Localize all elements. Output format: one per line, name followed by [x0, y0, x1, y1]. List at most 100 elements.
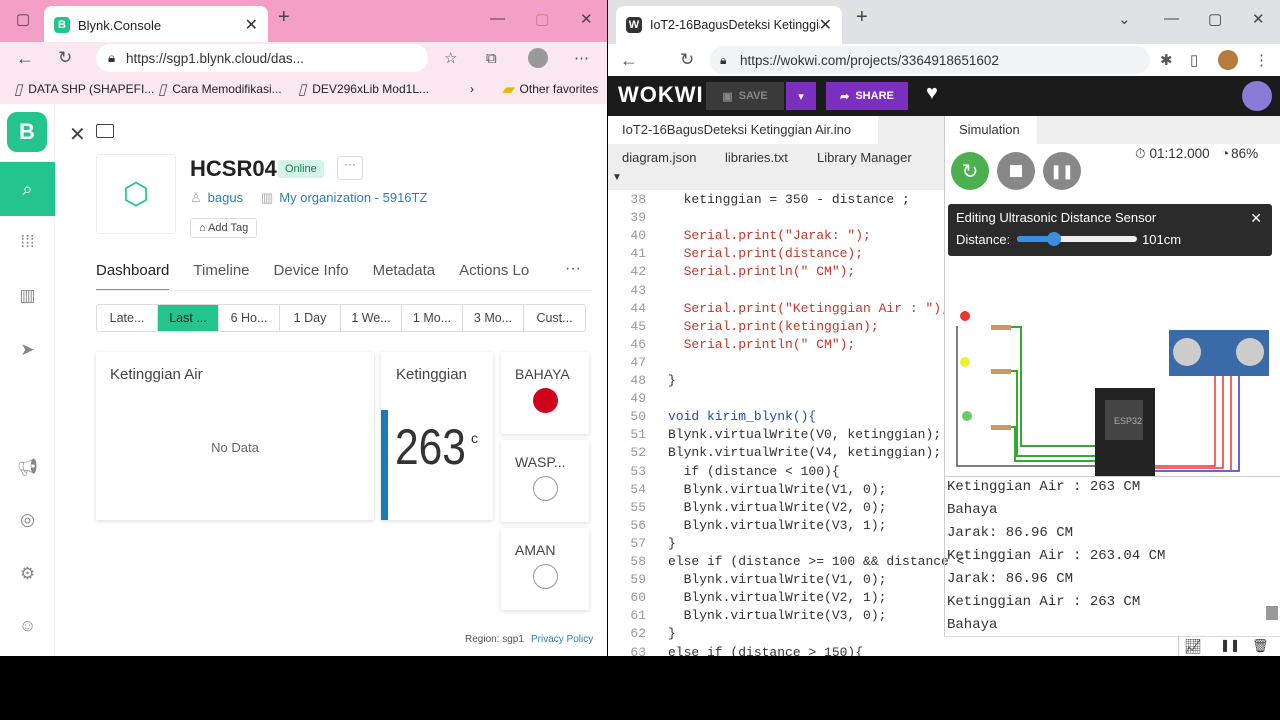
chart-icon[interactable]: 📈︎ — [1184, 638, 1202, 655]
new-tab-icon[interactable]: + — [856, 6, 868, 29]
gauge-widget[interactable]: Ketinggian 263 c — [381, 352, 493, 520]
grid-icon[interactable]: ⁞⁞⁞ — [0, 232, 55, 252]
bookmark-item[interactable]: ▯ DEV296xLib Mod1L... — [298, 80, 429, 98]
close-window-icon[interactable]: ✕ — [1252, 10, 1265, 28]
file-tab-diagram[interactable]: diagram.json — [622, 150, 696, 165]
search-icon[interactable]: ⌕ — [0, 162, 55, 216]
led-aman[interactable]: AMAN — [501, 528, 589, 610]
range-1d[interactable]: 1 Day — [280, 305, 341, 331]
chevron-right-icon[interactable]: › — [470, 82, 474, 96]
more-icon[interactable]: ⋯ — [574, 49, 589, 67]
tab-actions-icon[interactable]: ▢ — [16, 10, 30, 28]
favorite-icon[interactable]: ☆ — [444, 49, 457, 67]
profile-avatar[interactable] — [1218, 50, 1238, 70]
slider-handle[interactable] — [1046, 232, 1061, 246]
line-number: 49 — [630, 391, 646, 407]
close-tab-icon[interactable]: ✕ — [245, 15, 258, 35]
more-icon[interactable]: ⋮ — [1254, 51, 1269, 69]
refresh-icon[interactable]: ↻ — [680, 50, 694, 70]
user-avatar[interactable] — [1242, 81, 1272, 111]
save-button[interactable]: ▣ SAVE — [706, 82, 784, 110]
wokwi-logo[interactable]: WOKWI — [618, 82, 704, 108]
save-dropdown[interactable]: ▾ — [786, 82, 816, 110]
building-icon[interactable]: ▥ — [0, 286, 55, 306]
add-tag-button[interactable]: ⌂ Add Tag — [190, 218, 258, 238]
address-bar[interactable]: 🔒︎ https://wokwi.com/projects/3364918651… — [710, 46, 1150, 74]
sidebar-icon[interactable]: ▯ — [1190, 51, 1198, 69]
megaphone-icon[interactable]: 📢︎ — [0, 458, 55, 478]
restart-button[interactable]: ↻ — [951, 152, 989, 190]
bookmark-item[interactable]: ▯ DATA SHP (SHAPEFI... — [14, 80, 154, 98]
sensor-popup: Editing Ultrasonic Distance Sensor ✕ Dis… — [948, 204, 1272, 256]
distance-slider[interactable] — [1017, 232, 1137, 246]
chart-widget[interactable]: Ketinggian Air No Data — [96, 352, 374, 520]
minimize-icon[interactable]: — — [490, 10, 505, 27]
collections-icon[interactable]: ⧉ — [486, 50, 497, 67]
led-bahaya[interactable]: BAHAYA — [501, 352, 589, 434]
tabs-more-icon[interactable]: ··· — [565, 260, 581, 278]
maximize-icon[interactable]: ▢ — [1208, 10, 1222, 28]
org-link[interactable]: ▥ My organization - 5916TZ — [261, 190, 427, 206]
heart-icon[interactable]: ♥ — [926, 82, 938, 105]
range-3mo[interactable]: 3 Mo... — [463, 305, 524, 331]
minimize-icon[interactable]: — — [1164, 10, 1179, 27]
send-icon[interactable]: ➤ — [0, 340, 55, 360]
stop-button[interactable] — [997, 152, 1035, 190]
privacy-link[interactable]: Privacy Policy — [531, 634, 593, 645]
range-custom[interactable]: Cust... — [524, 305, 585, 331]
user-icon[interactable]: ☺ — [0, 616, 55, 636]
blynk-logo[interactable]: B — [7, 112, 47, 152]
refresh-icon[interactable]: ↻ — [58, 48, 72, 68]
maximize-icon[interactable]: ▢ — [535, 10, 549, 28]
range-1w[interactable]: 1 We... — [341, 305, 402, 331]
led-waspada[interactable]: WASP... — [501, 440, 589, 522]
tab-device-info[interactable]: Device Info — [274, 262, 349, 291]
folder-icon: ▰ — [502, 81, 514, 98]
extensions-icon[interactable]: ✱ — [1160, 51, 1173, 69]
lifebuoy-icon[interactable]: ◎ — [0, 510, 55, 530]
profile-avatar[interactable] — [528, 48, 548, 68]
range-6h[interactable]: 6 Ho... — [219, 305, 280, 331]
trash-icon[interactable]: 🗑︎ — [1252, 638, 1269, 654]
range-1mo[interactable]: 1 Mo... — [402, 305, 463, 331]
address-bar[interactable]: 🔒︎ https://sgp1.blynk.cloud/das... — [96, 44, 428, 72]
code-editor[interactable]: 38 ketinggian = 350 - distance ; 39 40 Ser… — [608, 190, 964, 656]
files-dropdown-icon[interactable]: ▼ — [612, 172, 622, 183]
serial-monitor[interactable]: Ketinggian Air : 263 CM Bahaya Jarak: 86.9… — [944, 476, 1280, 636]
new-tab-icon[interactable]: + — [278, 6, 290, 29]
owner-link[interactable]: ♙ bagus — [190, 190, 243, 206]
range-latest[interactable]: Late... — [97, 305, 158, 331]
range-last[interactable]: Last ... — [158, 305, 219, 331]
expand-icon[interactable] — [96, 124, 114, 138]
bookmark-item[interactable]: ▯ Cara Memodifikasi... — [158, 80, 282, 98]
pause-button[interactable]: ❚❚ — [1043, 152, 1081, 190]
sim-speed: ◔ 86% — [1221, 146, 1259, 161]
close-tab-icon[interactable]: ✕ — [819, 15, 832, 35]
more-options-button[interactable]: ··· — [337, 156, 363, 180]
back-icon[interactable]: ← — [620, 50, 638, 71]
tab-dashboard[interactable]: Dashboard — [96, 262, 170, 291]
tab-simulation[interactable]: Simulation — [945, 116, 1037, 144]
browser-tab-wokwi[interactable]: W IoT2-16BagusDeteksi Ketinggian ✕ — [616, 6, 842, 44]
chevron-down-icon[interactable]: ⌄ — [1118, 10, 1131, 28]
tab-actions-log[interactable]: Actions Lo — [459, 262, 529, 291]
browser-tab-blynk[interactable]: B Blynk.Console ✕ — [44, 6, 268, 44]
file-tab-ino[interactable]: IoT2-16BagusDeteksi Ketinggian Air.ino — [608, 116, 878, 144]
back-icon[interactable]: ← — [16, 48, 34, 69]
share-button[interactable]: ➦ SHARE — [826, 82, 908, 110]
library-manager-tab[interactable]: Library Manager — [817, 150, 912, 165]
tab-timeline[interactable]: Timeline — [193, 262, 249, 291]
line-number: 61 — [630, 608, 646, 624]
led-label: AMAN — [515, 542, 556, 558]
tab-metadata[interactable]: Metadata — [373, 262, 436, 291]
close-window-icon[interactable]: ✕ — [580, 10, 593, 28]
gear-icon[interactable]: ⚙ — [0, 564, 55, 584]
code-line: Blynk.virtualWrite(V2, 0); — [668, 499, 887, 515]
file-tab-libraries[interactable]: libraries.txt — [725, 150, 788, 165]
pause-icon[interactable]: ❚❚ — [1220, 638, 1240, 652]
wokwi-header: WOKWI ▣ SAVE ▾ ➦ SHARE ♥ — [608, 76, 1280, 116]
close-icon[interactable]: ✕ — [69, 122, 86, 147]
scrollbar[interactable] — [1266, 606, 1278, 620]
bookmark-folder[interactable]: ▰ Other favorites — [502, 80, 598, 98]
close-icon[interactable]: ✕ — [1250, 210, 1262, 227]
